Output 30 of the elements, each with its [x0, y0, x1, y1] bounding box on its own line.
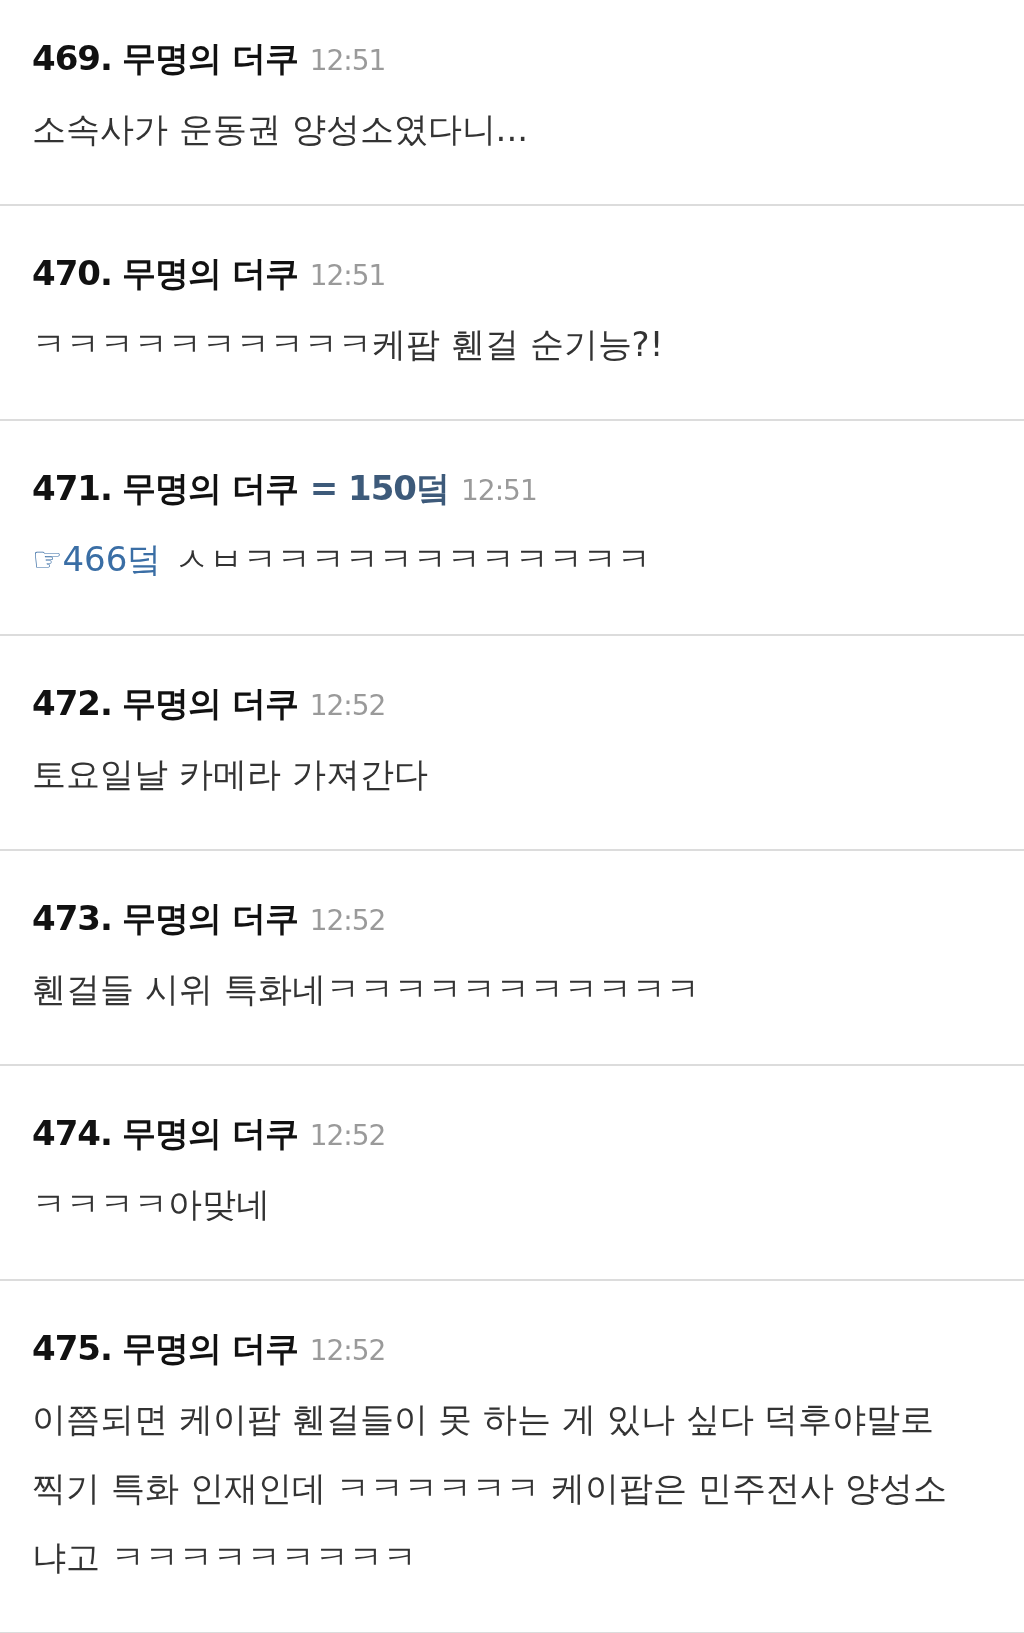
- comment-time: 12:51: [309, 43, 386, 79]
- comment-text: ㅋㅋㅋㅋㅋㅋㅋㅋㅋㅋ케팝 휀걸 순기능?!: [32, 323, 665, 366]
- comment-time: 12:52: [309, 903, 386, 939]
- comment-text: 이쯤되면 케이팝 휀걸들이 못 하는 게 있나 싶다 덕후야말로 찍기 특화 인재인데 ㅋㅋㅋㅋㅋㅋ 케이팝은 민주전사 양성소냐고 ㅋㅋㅋㅋㅋㅋㅋㅋㅋ: [32, 1398, 948, 1579]
- reply-link[interactable]: ☞466덬: [32, 525, 162, 594]
- comment-text: 토요일날 카메라 가져간다: [32, 753, 429, 796]
- comment-author: 무명의 더쿠: [121, 252, 298, 295]
- comment-time: 12:52: [309, 688, 386, 724]
- comment-number: 471.: [32, 467, 112, 510]
- comment-author: 무명의 더쿠: [121, 37, 298, 80]
- comment-number: 473.: [32, 897, 112, 940]
- comment-time: 12:52: [309, 1333, 386, 1369]
- comment-number: 469.: [32, 37, 112, 80]
- comment-author: 무명의 더쿠: [121, 682, 298, 725]
- comment-text: ㅅㅂㅋㅋㅋㅋㅋㅋㅋㅋㅋㅋㅋㅋ: [175, 538, 652, 581]
- comment-author: 무명의 더쿠: [121, 897, 298, 940]
- comment-time: 12:51: [461, 473, 537, 509]
- comment-text: 소속사가 운동권 양성소였다니...: [32, 108, 530, 151]
- comment-text: ㅋㅋㅋㅋ아맞네: [32, 1183, 271, 1226]
- comment-author: 무명의 더쿠: [121, 1112, 298, 1155]
- comment-number: 475.: [32, 1327, 112, 1370]
- comment-time: 12:51: [309, 258, 386, 294]
- comment-author: 무명의 더쿠: [121, 1327, 298, 1370]
- comment-number: 470.: [32, 252, 112, 295]
- comment-number: 472.: [32, 682, 112, 725]
- comment-text: 휀걸들 시위 특화네ㅋㅋㅋㅋㅋㅋㅋㅋㅋㅋㅋ: [32, 968, 701, 1011]
- comment-author: 무명의 더쿠: [121, 467, 298, 510]
- comment-score: = 150덬: [309, 467, 450, 510]
- comment-time: 12:52: [309, 1118, 386, 1154]
- comment-number: 474.: [32, 1112, 112, 1155]
